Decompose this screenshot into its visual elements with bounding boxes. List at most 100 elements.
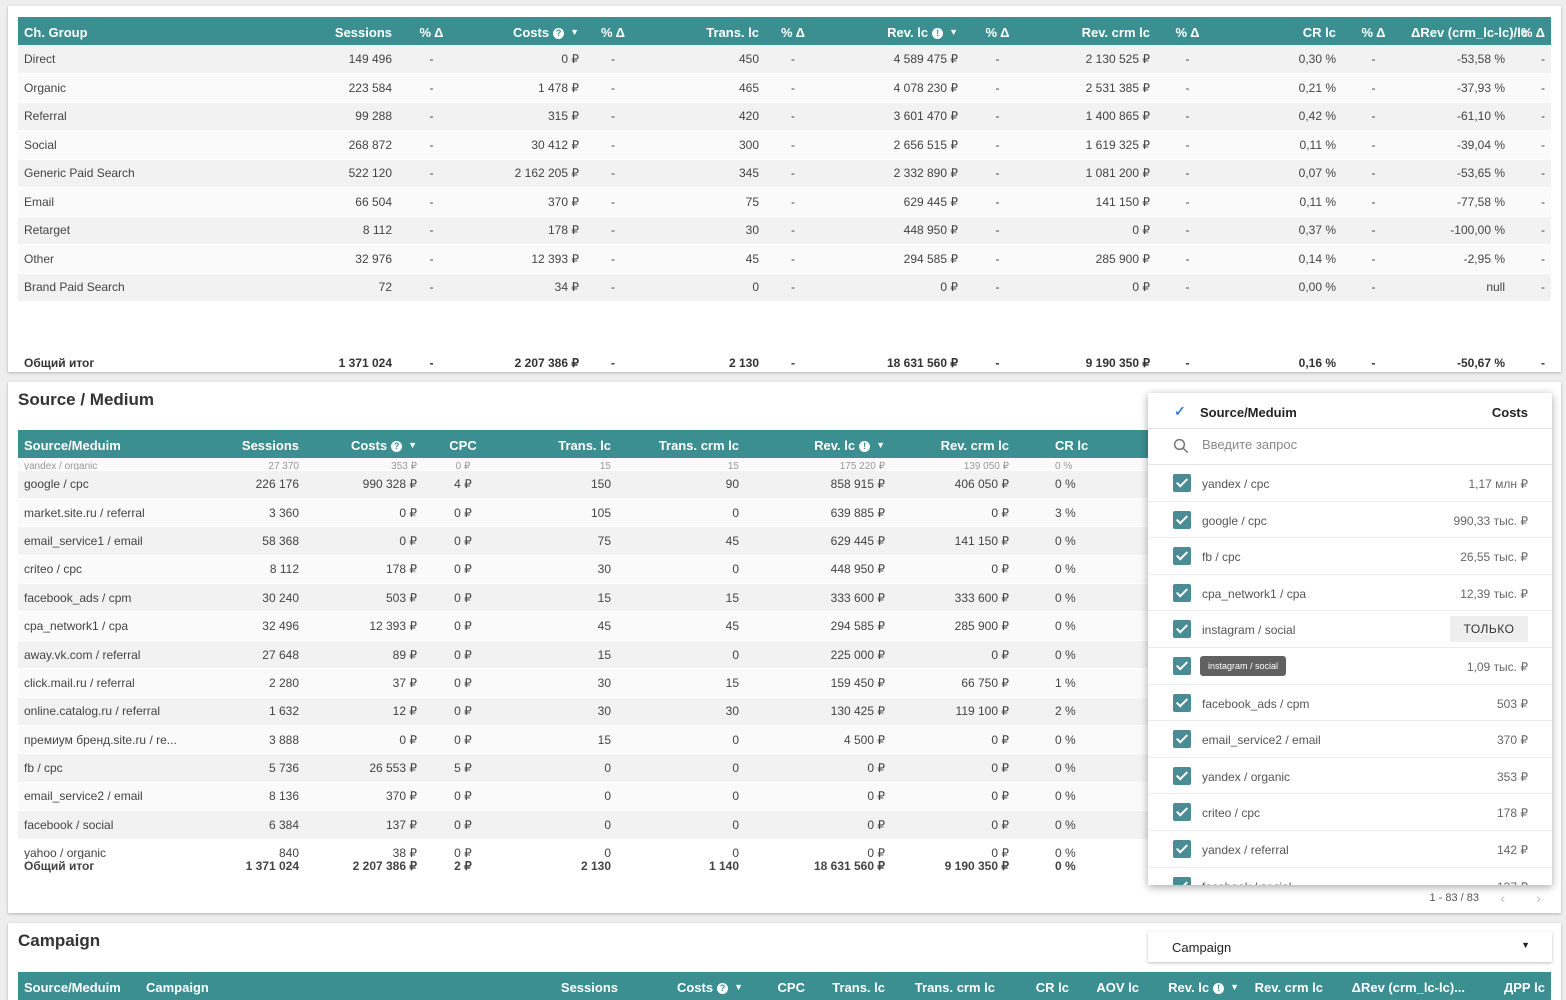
dropdown-option[interactable]: fb / cpc 26,55 тыс. ₽	[1148, 538, 1552, 575]
table-row[interactable]: премиум бренд.site.ru / re... 3 888 0 ₽0 ₽…	[18, 725, 1158, 755]
sort-desc-icon[interactable]: ▼	[949, 27, 958, 37]
info-icon[interactable]: ?	[391, 441, 403, 452]
check-all-icon[interactable]: ✓	[1174, 403, 1186, 420]
table-row[interactable]: Other 32 976-12 393 ₽ -45-294 585 ₽ -285 90…	[18, 244, 1551, 274]
dropdown-option[interactable]: facebook_ads / cpm 503 ₽	[1148, 685, 1552, 722]
info-icon[interactable]: ?	[717, 983, 729, 994]
col-header[interactable]: Rev. crm lc	[891, 430, 1015, 458]
col-header[interactable]: % Δ	[585, 17, 641, 45]
dropdown-option[interactable]: instagram / social 1,09 тыс. ₽	[1148, 648, 1552, 685]
table-row[interactable]: Email 66 504-370 ₽ -75-629 445 ₽ -141 150 ₽…	[18, 187, 1551, 217]
table-row[interactable]: facebook_ads / cpm 30 240 503 ₽0 ₽15 15 333 …	[18, 583, 1158, 613]
checkbox-checked-icon[interactable]	[1173, 876, 1191, 885]
col-header[interactable]: % Δ	[964, 17, 1031, 45]
table-row[interactable]: Retarget 8 112-178 ₽ -30-448 950 ₽ -0 ₽ -0,3…	[18, 216, 1551, 245]
info-icon[interactable]: ?	[553, 28, 565, 39]
col-header-rev-lc[interactable]: Rev. lc! ▼	[1145, 972, 1245, 1000]
sort-desc-icon[interactable]: ▼	[876, 440, 885, 450]
checkbox-checked-icon[interactable]	[1173, 730, 1191, 749]
col-header[interactable]: Source/Meduim	[18, 972, 140, 1000]
dropdown-option[interactable]: yandex / organic 353 ₽	[1148, 758, 1552, 795]
col-header[interactable]: AOV lc	[1075, 972, 1145, 1000]
checkbox-checked-icon[interactable]	[1173, 803, 1191, 822]
col-header[interactable]: Trans. lc	[641, 17, 765, 45]
col-header[interactable]: Trans. lc	[811, 972, 891, 1000]
col-header[interactable]: CR lc	[1015, 430, 1158, 458]
table-row[interactable]: fb / cpc 5 736 26 553 ₽5 ₽0 0 0 ₽0 ₽0 %	[18, 753, 1158, 783]
col-header[interactable]: Trans. crm lc	[891, 972, 1001, 1000]
sort-desc-icon[interactable]: ▼	[1230, 982, 1239, 992]
campaign-filter-select[interactable]: Campaign ▼	[1148, 932, 1552, 962]
table-row[interactable]: Social 268 872-30 412 ₽ -300-2 656 515 ₽ -1…	[18, 130, 1551, 160]
checkbox-checked-icon[interactable]	[1173, 656, 1191, 675]
col-header-costs[interactable]: Costs? ▼	[305, 430, 423, 458]
sort-desc-icon[interactable]: ▼	[408, 440, 417, 450]
table-row[interactable]: criteo / cpc 8 112 178 ₽0 ₽30 0 448 950 ₽0 ₽…	[18, 555, 1158, 585]
checkbox-checked-icon[interactable]	[1173, 583, 1191, 602]
table-row[interactable]: market.site.ru / referral 3 360 0 ₽0 ₽105 0…	[18, 498, 1158, 528]
table-row[interactable]: yahoo / organic 840 38 ₽0 ₽0 0 0 ₽0 ₽0 %	[18, 839, 1158, 860]
info-icon[interactable]: !	[932, 28, 944, 39]
checkbox-checked-icon[interactable]	[1173, 766, 1191, 785]
table-row[interactable]: google / cpc 226 176 990 328 ₽4 ₽150 90 858 …	[18, 470, 1158, 499]
dropdown-header-costs[interactable]: Costs	[1492, 405, 1528, 420]
col-header[interactable]: CR lc	[1001, 972, 1075, 1000]
col-header[interactable]: Ch. Group	[18, 17, 223, 45]
col-header[interactable]: Trans. lc	[503, 430, 617, 458]
col-header[interactable]: Trans. crm lc	[617, 430, 745, 458]
only-button[interactable]: ТОЛЬКО	[1450, 616, 1528, 643]
search-input[interactable]	[1202, 437, 1502, 452]
info-icon[interactable]: !	[1213, 983, 1225, 994]
col-header[interactable]: CPC	[423, 430, 503, 458]
col-header[interactable]: Rev. crm lc	[1245, 972, 1329, 1000]
dropdown-option[interactable]: instagram / social ТОЛЬКО	[1148, 611, 1552, 648]
table-row[interactable]: away.vk.com / referral 27 648 89 ₽0 ₽15 0 22…	[18, 640, 1158, 670]
table-row[interactable]: email_service2 / email 8 136 370 ₽0 ₽0 0 0 ₽…	[18, 782, 1158, 812]
dropdown-option[interactable]: yandex / cpc 1,17 млн ₽	[1148, 465, 1552, 502]
col-header-costs[interactable]: Costs? ▼	[465, 17, 585, 45]
col-header[interactable]: CR lc	[1219, 17, 1342, 45]
dropdown-option[interactable]: email_service2 / email 370 ₽	[1148, 721, 1552, 758]
col-header[interactable]: % Δ	[765, 17, 821, 45]
table-row[interactable]: email_service1 / email 58 368 0 ₽0 ₽75 45 62…	[18, 526, 1158, 556]
sort-desc-icon[interactable]: ▼	[734, 982, 743, 992]
checkbox-checked-icon[interactable]	[1173, 839, 1191, 858]
checkbox-checked-icon[interactable]	[1173, 510, 1191, 529]
source-medium-scroll[interactable]: Source/Meduim Sessions Costs? ▼ CPC Trans…	[18, 430, 1158, 876]
table-row[interactable]: Generic Paid Search 522 120-2 162 205 ₽ -3…	[18, 159, 1551, 188]
info-icon[interactable]: !	[859, 441, 871, 452]
checkbox-checked-icon[interactable]	[1173, 693, 1191, 712]
col-header-rev-lc[interactable]: Rev. lc! ▼	[821, 17, 964, 45]
col-header-rev-lc[interactable]: Rev. lc! ▼	[745, 430, 891, 458]
col-header[interactable]: % Δ	[398, 17, 465, 45]
col-header[interactable]: ΔRev (crm_lc-lc)/lc	[1405, 17, 1528, 45]
col-header[interactable]: % Δ	[1342, 17, 1405, 45]
dropdown-list[interactable]: yandex / cpc 1,17 млн ₽ google / cpc 990,33…	[1148, 465, 1552, 885]
col-header[interactable]: Campaign	[140, 972, 440, 1000]
col-header[interactable]: Source/Meduim	[18, 430, 193, 458]
col-header[interactable]: Sessions	[193, 430, 305, 458]
table-row[interactable]: cpa_network1 / cpa 32 496 12 393 ₽0 ₽45 45 2…	[18, 611, 1158, 641]
prev-page-icon[interactable]: ‹	[1500, 890, 1505, 906]
dropdown-option[interactable]: yandex / referral 142 ₽	[1148, 831, 1552, 868]
dropdown-option[interactable]: criteo / cpc 178 ₽	[1148, 794, 1552, 831]
table-row[interactable]: Organic 223 584-1 478 ₽ -465-4 078 230 ₽ -2…	[18, 73, 1551, 103]
table-row[interactable]: click.mail.ru / referral 2 280 37 ₽0 ₽30 15…	[18, 668, 1158, 698]
col-header[interactable]: Sessions	[223, 17, 398, 45]
col-header[interactable]: Rev. crm lc	[1031, 17, 1156, 45]
table-row[interactable]: facebook / social 6 384 137 ₽0 ₽0 0 0 ₽0 ₽0 …	[18, 810, 1158, 840]
next-page-icon[interactable]: ›	[1536, 890, 1541, 906]
col-header[interactable]: ΔRev (crm_lc-lc)...	[1329, 972, 1471, 1000]
table-row[interactable]: online.catalog.ru / referral 1 632 12 ₽0 ₽…	[18, 697, 1158, 727]
checkbox-checked-icon[interactable]	[1173, 474, 1191, 492]
table-row[interactable]: Referral 99 288-315 ₽ -420-3 601 470 ₽ -1 4…	[18, 102, 1551, 131]
checkbox-checked-icon[interactable]	[1173, 620, 1191, 639]
col-header[interactable]: Sessions	[440, 972, 624, 1000]
checkbox-checked-icon[interactable]	[1173, 547, 1191, 566]
table-row[interactable]: yandex / organic 27 370 353 ₽0 ₽15 15 175 22…	[18, 458, 1158, 471]
dropdown-option[interactable]: facebook / social 137 ₽	[1148, 868, 1552, 885]
col-header[interactable]: ДРР lc	[1471, 972, 1551, 1000]
table-row[interactable]: Brand Paid Search 72-34 ₽ -0-0 ₽ -0 ₽ -0,00 …	[18, 273, 1551, 302]
dropdown-option[interactable]: cpa_network1 / cpa 12,39 тыс. ₽	[1148, 575, 1552, 612]
col-header-costs[interactable]: Costs? ▼	[624, 972, 749, 1000]
